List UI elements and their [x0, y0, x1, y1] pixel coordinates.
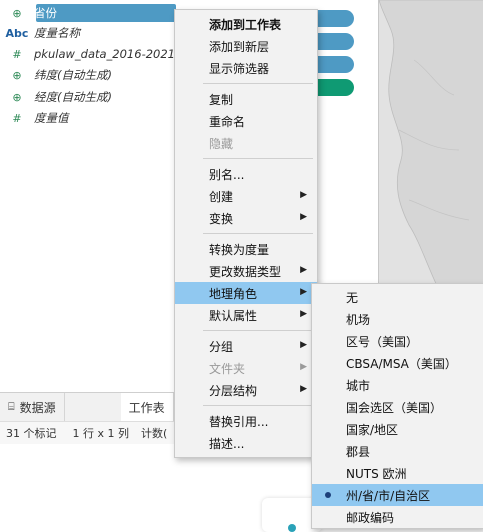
menu-item-label: 文件夹	[209, 361, 246, 376]
menu-item-label: 邮政编码	[346, 510, 395, 525]
menu-item[interactable]: 重命名	[175, 110, 317, 132]
menu-item-label: 区号（美国）	[346, 334, 419, 349]
radio-check-icon	[325, 492, 331, 498]
submenu-arrow-icon: ▶	[300, 309, 307, 319]
menu-item-label: 城市	[346, 378, 371, 393]
menu-item: 文件夹 ▶	[175, 357, 317, 379]
menu-item-label: 无	[346, 290, 359, 305]
datasource-tab[interactable]: ⌸ 数据源	[0, 393, 65, 421]
menu-separator	[203, 83, 313, 84]
menu-item[interactable]: 国家/地区	[312, 418, 483, 440]
menu-item-label: 机场	[346, 312, 371, 327]
menu-item-label: 国会选区（美国）	[346, 400, 443, 415]
menu-item-label: 变换	[209, 211, 234, 226]
datasource-tab-label: 数据源	[19, 400, 56, 415]
field-selection-highlight	[36, 4, 176, 22]
field-label: pkulaw_data_2016-2021.	[34, 47, 179, 61]
submenu-arrow-icon: ▶	[300, 362, 307, 372]
menu-item-label: 隐藏	[209, 136, 234, 151]
menu-separator	[203, 405, 313, 406]
menu-item[interactable]: 描述...	[175, 432, 317, 454]
globe-icon: ⊕	[12, 90, 22, 104]
menu-item-label: NUTS 欧洲	[346, 466, 407, 481]
status-marks: 31 个标记	[6, 427, 57, 440]
status-sum: 计数(	[141, 427, 168, 440]
menu-separator	[203, 330, 313, 331]
menu-item[interactable]: 添加到新层	[175, 35, 317, 57]
card-dot	[288, 524, 296, 532]
field-label: 纬度(自动生成)	[34, 68, 112, 82]
geographic-role-submenu: 无机场区号（美国） CBSA/MSA（美国） 城市国会选区（美国） 国家/地区郡县 NU…	[311, 283, 483, 529]
sheet-tab-bar: ⌸ 数据源 工作表	[0, 392, 200, 421]
menu-item[interactable]: 郡县	[312, 440, 483, 462]
status-bar: 31 个标记 1 行 x 1 列 计数(	[0, 421, 200, 444]
menu-item[interactable]: 替换引用...	[175, 410, 317, 432]
menu-item[interactable]: 无	[312, 286, 483, 308]
menu-item[interactable]: 别名...	[175, 163, 317, 185]
menu-item[interactable]: 州/省/市/自治区	[312, 484, 483, 506]
menu-item[interactable]: 添加到工作表	[175, 13, 317, 35]
globe-icon: ⊕	[12, 6, 22, 20]
globe-icon: ⊕	[12, 68, 22, 82]
submenu-arrow-icon: ▶	[300, 265, 307, 275]
submenu-arrow-icon: ▶	[300, 384, 307, 394]
menu-item-label: 别名...	[209, 167, 245, 182]
menu-item[interactable]: 分组 ▶	[175, 335, 317, 357]
menu-item-label: 国家/地区	[346, 422, 399, 437]
abc-icon: Abc	[5, 26, 29, 40]
menu-item-label: 添加到工作表	[209, 17, 282, 32]
map-view[interactable]	[378, 0, 483, 290]
number-icon: #	[12, 47, 22, 61]
menu-item-label: 替换引用...	[209, 414, 269, 429]
submenu-arrow-icon: ▶	[300, 340, 307, 350]
worksheet-tab[interactable]: 工作表	[120, 393, 174, 421]
worksheet-tab-label: 工作表	[128, 400, 165, 415]
menu-item-label: 复制	[209, 92, 234, 107]
field-context-menu: 添加到工作表 添加到新层显示筛选器复制重命名隐藏别名... 创建 ▶ 变换 ▶ 转换为度量更…	[174, 9, 318, 458]
menu-separator	[203, 158, 313, 159]
menu-item[interactable]: 分层结构 ▶	[175, 379, 317, 401]
menu-item[interactable]: 变换 ▶	[175, 207, 317, 229]
menu-item[interactable]: 创建 ▶	[175, 185, 317, 207]
menu-item-label: 默认属性	[209, 308, 258, 323]
menu-item[interactable]: NUTS 欧洲	[312, 462, 483, 484]
menu-item[interactable]: 区号（美国）	[312, 330, 483, 352]
menu-item[interactable]: 国会选区（美国）	[312, 396, 483, 418]
menu-item[interactable]: 机场	[312, 308, 483, 330]
menu-item-label: 更改数据类型	[209, 264, 282, 279]
menu-item-label: 添加到新层	[209, 39, 270, 54]
menu-separator	[203, 233, 313, 234]
menu-item-label: 地理角色	[209, 286, 258, 301]
menu-item[interactable]: 默认属性 ▶	[175, 304, 317, 326]
menu-item: 隐藏	[175, 132, 317, 154]
menu-item-label: 创建	[209, 189, 234, 204]
menu-item[interactable]: CBSA/MSA（美国）	[312, 352, 483, 374]
menu-item-label: 描述...	[209, 436, 245, 451]
menu-item[interactable]: 地理角色 ▶	[175, 282, 317, 304]
menu-item-label: 重命名	[209, 114, 246, 129]
menu-item-label: 分层结构	[209, 383, 258, 398]
menu-item[interactable]: 复制	[175, 88, 317, 110]
menu-item-label: 显示筛选器	[209, 61, 270, 76]
menu-item-label: 郡县	[346, 444, 371, 459]
field-label: 度量值	[34, 111, 69, 125]
submenu-arrow-icon: ▶	[300, 287, 307, 297]
menu-item[interactable]: 更改数据类型 ▶	[175, 260, 317, 282]
database-icon: ⌸	[8, 400, 15, 413]
submenu-arrow-icon: ▶	[300, 212, 307, 222]
menu-item[interactable]: 转换为度量	[175, 238, 317, 260]
menu-item-label: 分组	[209, 339, 234, 354]
field-label: 经度(自动生成)	[34, 90, 112, 104]
map-shape	[379, 0, 483, 290]
status-rows: 1 行 x 1 列	[72, 427, 130, 440]
field-label: 度量名称	[34, 26, 80, 40]
menu-item[interactable]: 城市	[312, 374, 483, 396]
menu-item[interactable]: 邮政编码	[312, 506, 483, 528]
field-label: 省份	[34, 6, 57, 20]
menu-item-label: CBSA/MSA（美国）	[346, 356, 457, 371]
submenu-arrow-icon: ▶	[300, 190, 307, 200]
menu-item[interactable]: 显示筛选器	[175, 57, 317, 79]
number-icon: #	[12, 111, 22, 125]
menu-item-label: 转换为度量	[209, 242, 270, 257]
